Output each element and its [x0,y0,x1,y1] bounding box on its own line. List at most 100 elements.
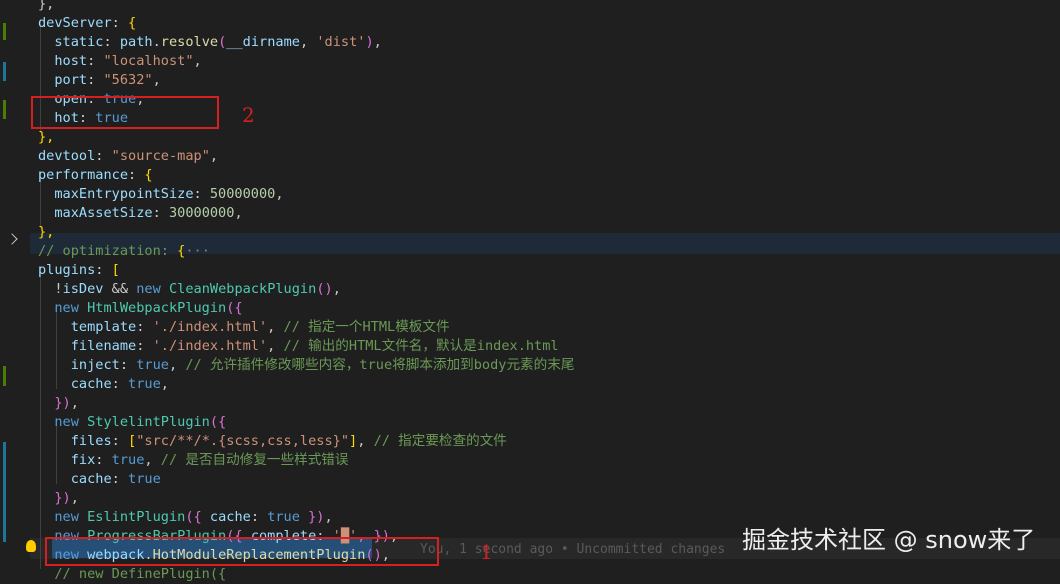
code-token: , [275,186,284,202]
code-token: : [111,15,129,31]
code-token: // 是否自动修复一些样式错误 [160,452,349,468]
code-line[interactable]: plugins: [ [38,261,120,280]
code-token: filename [38,338,137,354]
code-token: : [95,148,112,164]
code-token: cache [209,509,251,525]
editor-gutter[interactable] [0,0,30,569]
git-added-marker [3,366,6,386]
highlight-box-hmr-plugin [45,537,439,566]
highlight-box-hot [31,96,219,129]
code-token: ! [38,281,63,297]
code-line[interactable]: fix: true, // 是否自动修复一些样式错误 [38,451,349,470]
code-token: , [234,205,243,221]
code-token: // new DefinePlugin({ [38,566,227,582]
code-token: : [193,186,210,202]
code-token: './index.html' [152,319,268,335]
code-editor[interactable]: }, devServer: { static: path.resolve(__di… [0,0,1060,582]
code-line[interactable]: }, [38,223,54,242]
code-token: : [87,72,104,88]
code-line[interactable]: !isDev && new CleanWebpackPlugin(), [38,280,341,299]
code-token: host [38,53,88,69]
code-line[interactable]: inject: true, // 允许插件修改哪些内容，true将脚本添加到bo… [38,356,575,375]
code-token: && [103,281,137,297]
code-token: ({ [209,414,227,430]
code-token: './index.html' [152,338,268,354]
code-token: : [95,452,112,468]
code-line[interactable]: }), [38,489,79,508]
code-token: cache [38,471,112,487]
code-token: : [87,53,104,69]
code-token: , [70,490,79,506]
code-token: : [250,509,268,525]
code-token: // 允许插件修改哪些内容，true将脚本添加到body元素的末尾 [185,357,575,373]
code-token: maxEntrypointSize [38,186,194,202]
code-line[interactable]: cache: true, [38,375,169,394]
chevron-right-icon[interactable] [6,233,18,245]
code-line[interactable]: maxEntrypointSize: 50000000, [38,185,284,204]
code-token: : [152,205,169,221]
code-line[interactable]: cache: true [38,470,161,489]
code-token: EslintPlugin [87,509,186,525]
code-token: , [160,376,169,392]
code-token: }, [38,0,55,12]
code-token: devServer [38,15,112,31]
lightbulb-icon[interactable] [26,540,36,552]
code-line[interactable]: filename: './index.html', // 输出的HTML文件名，… [38,337,559,356]
code-token: , [267,338,284,354]
code-line[interactable]: port: "5632", [38,71,160,90]
annotation-number-1: 1 [480,540,493,564]
code-line[interactable]: template: './index.html', // 指定一个HTML模板文… [38,318,450,337]
code-line[interactable]: maxAssetSize: 30000000, [38,204,243,223]
code-line[interactable]: new EslintPlugin({ cache: true }), [38,508,332,527]
code-token: path [119,34,153,50]
code-token: "source-map" [111,148,210,164]
code-line[interactable]: new StylelintPlugin({ [38,413,226,432]
git-added-marker [3,23,6,40]
code-token: static [38,34,104,50]
code-token: new [136,281,169,297]
code-line[interactable]: devServer: { [38,14,136,33]
code-token: }) [299,509,325,525]
code-token: inject [38,357,120,373]
code-token: : [111,433,129,449]
code-token: : [111,471,129,487]
code-token: performance [38,167,129,183]
code-token: // 指定一个HTML模板文件 [283,319,450,335]
code-line[interactable]: }), [38,394,79,413]
code-token: "5632" [103,72,153,88]
code-line[interactable]: }, [38,128,54,147]
code-token: 'dist' [316,34,366,50]
code-token: StylelintPlugin [87,414,210,430]
code-token: , [373,34,382,50]
code-token: . [152,34,161,50]
code-token: // optimization: [38,243,178,259]
git-modified-marker [3,62,6,81]
code-token: true [128,376,161,392]
code-line[interactable]: static: path.resolve(__dirname, 'dist'), [38,33,382,52]
code-token: , [144,452,161,468]
code-line[interactable]: // new DefinePlugin({ [38,565,226,584]
watermark: 掘金技术社区 @ snow来了 [742,526,1036,554]
code-line[interactable]: host: "localhost", [38,52,202,71]
code-line[interactable]: files: ["src/**/*.{scss,css,less}"], // … [38,432,507,451]
code-token: template [38,319,137,335]
code-token: }) [38,490,71,506]
code-token: new [38,300,88,316]
code-token: [ [128,433,137,449]
code-token: new [38,509,88,525]
code-token: devtool [38,148,96,164]
code-token: }) [38,395,71,411]
git-blame-annotation: You, 1 second ago • Uncommitted changes [420,542,726,557]
code-line[interactable]: devtool: "source-map", [38,147,218,166]
code-line[interactable]: new HtmlWebpackPlugin({ [38,299,242,318]
code-line[interactable]: performance: { [38,166,153,185]
code-token: : [95,262,112,278]
code-line[interactable]: // optimization: {··· [38,242,210,261]
code-token: true [267,509,300,525]
code-token: ({ [185,509,210,525]
code-token: true [136,357,169,373]
code-token: ) [365,34,374,50]
code-token: : [119,357,137,373]
code-line[interactable]: }, [38,0,54,14]
code-token: , [193,53,202,69]
